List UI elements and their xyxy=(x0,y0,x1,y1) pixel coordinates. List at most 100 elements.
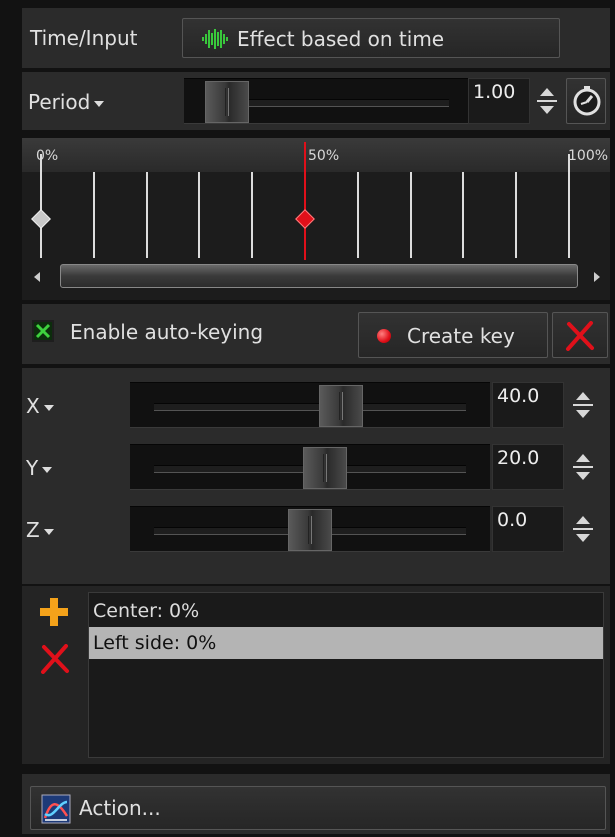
axis-slider[interactable] xyxy=(130,382,490,428)
scroll-right-icon[interactable] xyxy=(594,272,600,282)
axis-value-field[interactable]: 20.0 xyxy=(492,444,564,490)
action-button[interactable]: Action... xyxy=(30,786,606,830)
delete-x-icon xyxy=(566,321,594,351)
timeline-label-50: 50% xyxy=(308,148,340,164)
period-value-field[interactable]: 1.00 xyxy=(468,78,530,124)
time-input-row: Time/Input Effect based on time xyxy=(22,8,610,68)
period-slider-thumb[interactable] xyxy=(204,81,249,123)
spin-down-icon xyxy=(540,106,554,114)
chevron-down-icon xyxy=(43,404,54,411)
timeline-scrollbar[interactable] xyxy=(30,262,602,292)
axis-label: Z xyxy=(26,518,40,542)
effect-properties-panel: Time/Input Effect based on time Period 1… xyxy=(0,0,615,837)
action-row: Action... xyxy=(22,774,610,834)
scroll-left-icon[interactable] xyxy=(34,272,40,282)
axis-row-y: Y 20.0 xyxy=(22,442,610,492)
axis-value-field[interactable]: 0.0 xyxy=(492,506,564,552)
axis-value: 0.0 xyxy=(497,509,528,531)
axis-slider[interactable] xyxy=(130,506,490,552)
spin-divider xyxy=(573,404,593,406)
check-x-icon xyxy=(35,323,51,339)
timeline-tick xyxy=(251,172,254,258)
spin-up-icon xyxy=(576,454,590,462)
spin-down-icon xyxy=(576,410,590,418)
timeline-tick xyxy=(356,172,359,258)
period-slider[interactable] xyxy=(184,78,469,124)
timeline-tick xyxy=(198,172,201,258)
keyframe-timeline[interactable]: 0% 50% 100% xyxy=(22,138,610,300)
waveform-icon xyxy=(202,29,228,49)
list-item-label: Left side: 0% xyxy=(93,632,217,654)
timeline-tick xyxy=(462,172,465,258)
auto-keying-label: Enable auto-keying xyxy=(70,320,264,344)
timeline-tick xyxy=(40,154,42,258)
spin-up-icon xyxy=(540,88,554,96)
keys-list[interactable]: Center: 0% Left side: 0% xyxy=(88,592,604,758)
axis-value: 40.0 xyxy=(497,385,540,407)
axis-spinner[interactable] xyxy=(572,510,594,548)
spin-divider xyxy=(573,466,593,468)
effect-button-label: Effect based on time xyxy=(237,27,445,51)
keyframe-marker[interactable] xyxy=(295,209,315,229)
keyframe-marker[interactable] xyxy=(31,209,51,229)
axis-label: Y xyxy=(26,456,39,480)
record-dot-icon xyxy=(377,329,391,343)
period-label: Period xyxy=(28,90,91,114)
chevron-down-icon xyxy=(43,528,54,535)
period-value: 1.00 xyxy=(473,81,516,103)
axis-sliders-section: X 40.0 Y 20.0 Z 0.0 xyxy=(22,368,610,584)
axis-slider-thumb[interactable] xyxy=(303,447,348,489)
axis-value: 20.0 xyxy=(497,447,540,469)
timeline-tick xyxy=(92,172,95,258)
timeline-label-100: 100% xyxy=(568,148,609,164)
axis-dropdown[interactable]: Y xyxy=(26,456,53,480)
period-spinner[interactable] xyxy=(536,82,558,120)
spin-down-icon xyxy=(576,472,590,480)
list-item[interactable]: Center: 0% xyxy=(89,595,603,627)
auto-keying-row: Enable auto-keying Create key xyxy=(22,304,610,364)
axis-spinner[interactable] xyxy=(572,448,594,486)
period-row: Period 1.00 xyxy=(22,72,610,130)
timeline-cursor[interactable] xyxy=(304,142,306,260)
remove-key-icon[interactable] xyxy=(40,644,70,674)
axis-dropdown[interactable]: X xyxy=(26,394,54,418)
chevron-down-icon xyxy=(42,466,53,473)
auto-keying-checkbox[interactable] xyxy=(32,320,54,342)
spin-divider xyxy=(537,100,557,102)
spin-divider xyxy=(573,528,593,530)
axis-value-field[interactable]: 40.0 xyxy=(492,382,564,428)
spin-up-icon xyxy=(576,516,590,524)
sync-period-button[interactable] xyxy=(566,78,606,124)
axis-spinner[interactable] xyxy=(572,386,594,424)
spin-up-icon xyxy=(576,392,590,400)
list-item-label: Center: 0% xyxy=(93,600,200,622)
keys-list-section: Center: 0% Left side: 0% xyxy=(22,586,610,764)
action-graph-icon xyxy=(41,794,71,824)
axis-label: X xyxy=(26,394,40,418)
axis-dropdown[interactable]: Z xyxy=(26,518,54,542)
timeline-tick xyxy=(145,172,148,258)
spin-down-icon xyxy=(576,534,590,542)
time-input-label: Time/Input xyxy=(30,26,138,50)
timeline-tick xyxy=(409,172,412,258)
list-item[interactable]: Left side: 0% xyxy=(89,627,603,659)
timeline-tick xyxy=(515,172,518,258)
axis-slider[interactable] xyxy=(130,444,490,490)
axis-row-z: Z 0.0 xyxy=(22,504,610,554)
period-dropdown[interactable]: Period xyxy=(28,90,105,114)
axis-slider-thumb[interactable] xyxy=(318,385,363,427)
delete-key-button[interactable] xyxy=(552,312,608,358)
create-key-button[interactable]: Create key xyxy=(358,312,548,358)
axis-slider-groove xyxy=(154,403,466,411)
scrollbar-thumb[interactable] xyxy=(60,264,578,288)
timeline-tick xyxy=(568,154,570,258)
stopwatch-icon xyxy=(573,86,601,116)
chevron-down-icon xyxy=(94,100,105,107)
axis-row-x: X 40.0 xyxy=(22,380,610,430)
effect-based-on-time-button[interactable]: Effect based on time xyxy=(182,18,560,58)
add-key-icon[interactable] xyxy=(38,596,70,628)
action-label: Action... xyxy=(79,796,161,820)
axis-slider-thumb[interactable] xyxy=(288,509,332,551)
period-slider-groove xyxy=(228,99,449,107)
create-key-label: Create key xyxy=(407,324,515,348)
